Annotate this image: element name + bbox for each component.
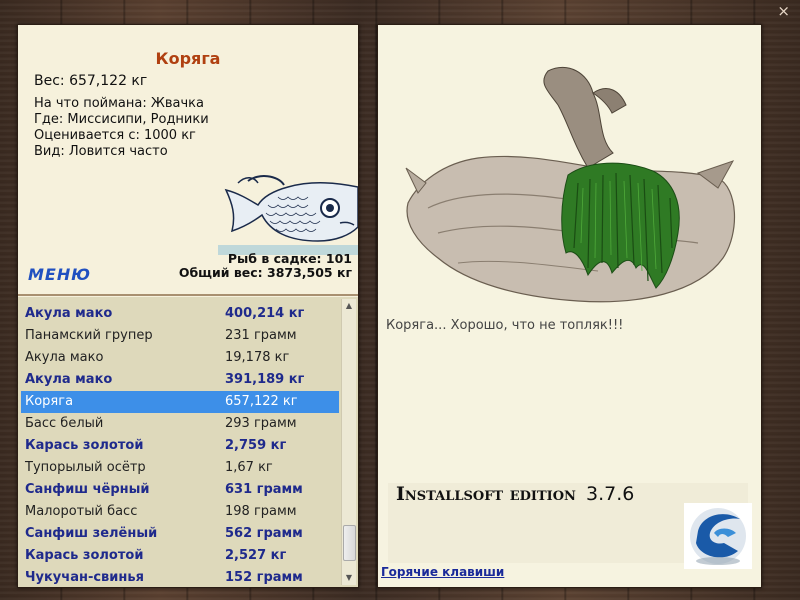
list-item[interactable]: Санфиш зелёный 562 грамм (21, 523, 339, 545)
version-label: 3.7.6 (586, 483, 635, 505)
list-item-name: Малоротый басс (25, 504, 138, 519)
hotkeys-link[interactable]: Горячие клавиши (381, 565, 504, 579)
list-item-weight: 657,122 кг (225, 394, 298, 409)
catch-panel: Коряга Вес: 657,122 кг На что поймана: Ж… (17, 24, 359, 588)
list-item-weight: 631 грамм (225, 482, 303, 497)
list-item-name: Санфиш зелёный (25, 526, 158, 541)
catch-list[interactable]: Акула мако 400,214 кг Панамский групер 231 … (18, 297, 358, 587)
list-item-name: Акула мако (25, 306, 113, 321)
list-item[interactable]: Панамский групер 231 грамм (21, 325, 339, 347)
list-item[interactable]: Тупорылый осётр 1,67 кг (21, 457, 339, 479)
list-item-name: Басс белый (25, 416, 104, 431)
list-item[interactable]: Басс белый 293 грамм (21, 413, 339, 435)
fish-attributes: На что поймана: Жвачка Где: Миссисипи, Р… (34, 96, 209, 160)
list-item-weight: 562 грамм (225, 526, 303, 541)
total-weight: Общий вес: 3873,505 кг (178, 265, 352, 280)
list-item-weight: 231 грамм (225, 328, 297, 343)
list-item-name: Санфиш чёрный (25, 482, 150, 497)
close-icon[interactable]: × (777, 4, 790, 19)
scroll-thumb[interactable] (343, 525, 356, 561)
list-item-weight: 152 грамм (225, 570, 303, 585)
list-item-name: Тупорылый осётр (25, 460, 146, 475)
list-item[interactable]: Чукучан-свинья 152 грамм (21, 567, 339, 589)
list-item-name: Акула мако (25, 350, 104, 365)
caught-on-text: На что поймана: Жвачка (34, 96, 204, 111)
fish-weight: Вес: 657,122 кг (34, 73, 148, 89)
fish-comment: Коряга... Хорошо, что не топляк!!! (386, 318, 624, 333)
valued-from-text: Оценивается с: 1000 кг (34, 128, 196, 143)
list-item-weight: 391,189 кг (225, 372, 305, 387)
keepnet-stats: Рыб в садке: 101 Общий вес: 3873,505 кг (179, 252, 352, 280)
list-item-weight: 19,178 кг (225, 350, 290, 365)
list-item[interactable]: Акула мако 391,189 кг (21, 369, 339, 391)
list-item-name: Чукучан-свинья (25, 570, 144, 585)
list-item[interactable]: Карась золотой 2,759 кг (21, 435, 339, 457)
list-item-name: Панамский групер (25, 328, 153, 343)
list-item-name: Карась золотой (25, 548, 144, 563)
list-item[interactable]: Малоротый басс 198 грамм (21, 501, 339, 523)
scrollbar[interactable]: ▲ ▼ (341, 299, 356, 585)
list-item[interactable]: Акула мако 400,214 кг (21, 303, 339, 325)
detail-panel: Коряга... Хорошо, что не топляк!!! Insta… (377, 24, 762, 588)
fish-count: Рыб в садке: 101 (227, 251, 352, 266)
location-text: Где: Миссисипи, Родники (34, 112, 209, 127)
menu-button[interactable]: МЕНЮ (28, 265, 91, 284)
list-item-weight: 198 грамм (225, 504, 297, 519)
kind-text: Вид: Ловится часто (34, 144, 168, 159)
installsoft-logo-icon (684, 503, 752, 569)
edition-box: Installsoft edition 3.7.6 (388, 483, 752, 569)
list-item[interactable]: Акула мако 19,178 кг (21, 347, 339, 369)
list-item-weight: 1,67 кг (225, 460, 273, 475)
list-item-weight: 293 грамм (225, 416, 297, 431)
scroll-down-icon[interactable]: ▼ (342, 571, 356, 585)
scroll-up-icon[interactable]: ▲ (342, 299, 356, 313)
list-item[interactable]: Коряга 657,122 кг (21, 391, 339, 413)
driftwood-with-moss-image (405, 66, 735, 303)
list-item[interactable]: Санфиш чёрный 631 грамм (21, 479, 339, 501)
edition-label: Installsoft edition (396, 483, 576, 505)
list-item-weight: 400,214 кг (225, 306, 305, 321)
list-item-weight: 2,759 кг (225, 438, 287, 453)
fish-drawing-icon (218, 175, 358, 255)
list-item[interactable]: Карась золотой 2,527 кг (21, 545, 339, 567)
fish-info-card: Коряга Вес: 657,122 кг На что поймана: Ж… (18, 25, 358, 296)
divider (18, 294, 358, 296)
list-item-name: Акула мако (25, 372, 113, 387)
fish-title: Коряга (155, 49, 221, 68)
catch-list-rows: Акула мако 400,214 кг Панамский групер 231 … (21, 303, 339, 589)
list-item-name: Коряга (25, 394, 74, 409)
list-item-weight: 2,527 кг (225, 548, 287, 563)
list-item-name: Карась золотой (25, 438, 144, 453)
